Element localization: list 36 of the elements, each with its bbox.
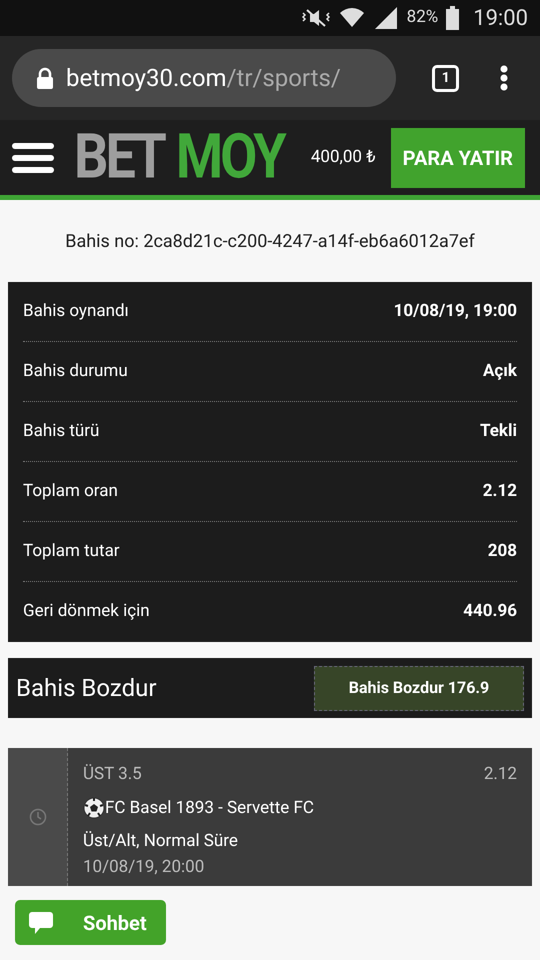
speech-bubble-icon xyxy=(28,910,54,934)
detail-value: 10/08/19, 19:00 xyxy=(394,300,517,323)
detail-label: Bahis durumu xyxy=(23,360,128,383)
battery-percent: 82% xyxy=(406,6,438,30)
detail-value: Tekli xyxy=(480,420,517,443)
market-name: ÜST 3.5 xyxy=(83,763,142,786)
detail-label: Bahis oynandı xyxy=(23,300,129,323)
detail-label: Geri dönmek için xyxy=(23,600,150,624)
cashout-button[interactable]: Bahis Bozdur 176.9 xyxy=(314,666,524,710)
detail-value: 440.96 xyxy=(463,600,517,624)
detail-label: Bahis türü xyxy=(23,420,100,443)
odds: 2.12 xyxy=(484,763,517,786)
balance: 400,00 ₺ xyxy=(310,146,376,169)
menu-icon[interactable] xyxy=(12,142,54,172)
bet-type: Üst/Alt, Normal Süre xyxy=(83,830,239,853)
cashout-title: Bahis Bozdur xyxy=(16,673,156,704)
match-date: 10/08/19, 20:00 xyxy=(83,856,206,878)
detail-value: 208 xyxy=(488,540,517,563)
detail-value: Açık xyxy=(483,360,517,383)
logo[interactable]: BET MOY xyxy=(74,126,284,189)
address-bar[interactable]: betmoy30.com/tr/sports/ xyxy=(12,49,396,107)
url-text: betmoy30.com/tr/sports/ xyxy=(66,63,341,94)
bet-number: Bahis no: 2ca8d21c-c200-4247-a14f-eb6a6012a7ef xyxy=(65,230,475,254)
mute-icon xyxy=(300,7,331,29)
lock-icon xyxy=(36,67,54,89)
battery-icon xyxy=(446,6,460,30)
detail-value: 2.12 xyxy=(482,480,517,503)
soccer-ball-icon xyxy=(83,797,105,820)
detail-label: Toplam tutar xyxy=(23,540,120,563)
tab-count[interactable]: 1 xyxy=(432,64,460,92)
more-icon[interactable] xyxy=(500,65,508,91)
match-name: FC Basel 1893 - Servette FC xyxy=(105,796,314,820)
signal-icon xyxy=(372,6,399,30)
clock: 19:00 xyxy=(473,4,528,32)
clock-icon xyxy=(28,808,46,826)
detail-label: Toplam oran xyxy=(23,480,118,503)
